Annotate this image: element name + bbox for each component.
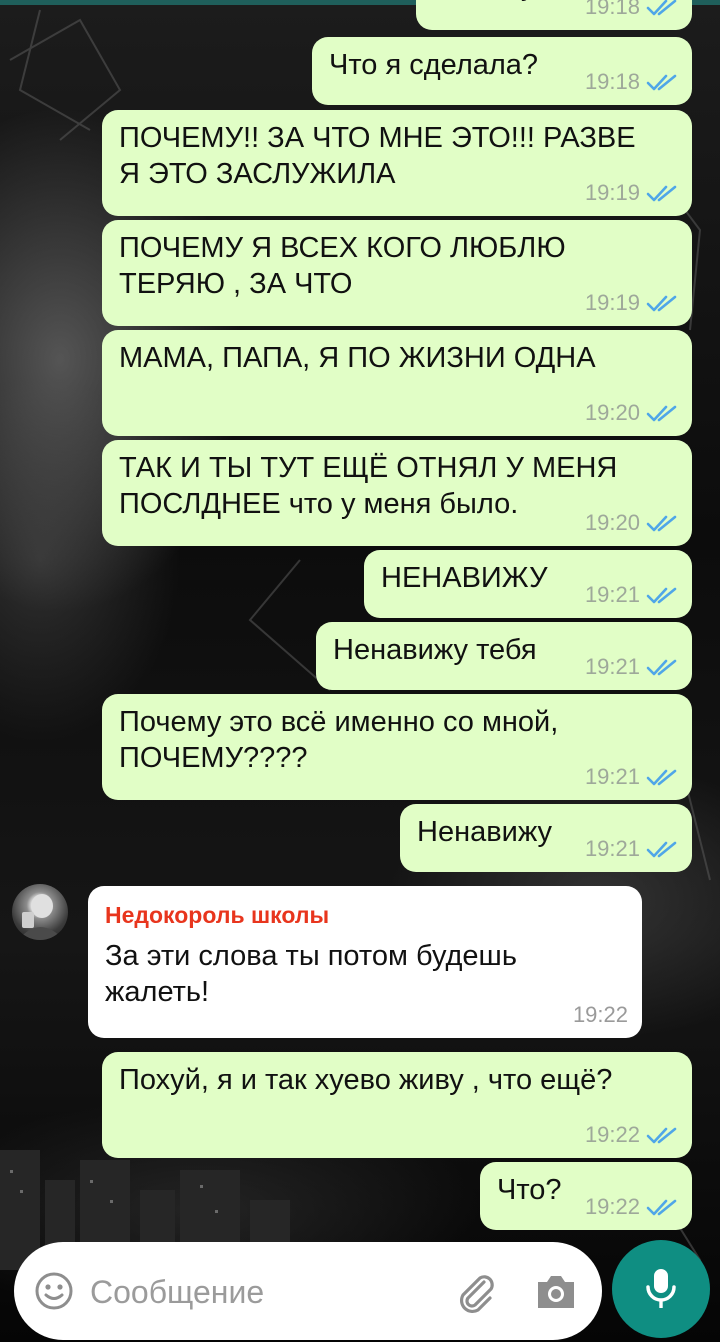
- outgoing-message[interactable]: Почему это всё именно со мной, ПОЧЕМУ???…: [102, 694, 692, 800]
- double-check-icon: [646, 185, 677, 202]
- message-time: 19:19: [584, 180, 640, 205]
- outgoing-message[interactable]: Что я сделала? 19:18: [312, 37, 692, 105]
- message-meta: 19:18: [585, 0, 678, 18]
- message-time: 19:20: [584, 400, 640, 425]
- sender-name[interactable]: Недокороль школы: [105, 900, 624, 930]
- message-meta: 19:18: [585, 71, 678, 93]
- message-meta: 19:22: [585, 1196, 678, 1218]
- message-time: 19:21: [584, 582, 640, 607]
- contact-avatar[interactable]: [12, 884, 68, 940]
- message-meta: 19:20: [585, 512, 678, 534]
- outgoing-message[interactable]: НЕНАВИЖУ 19:21: [364, 550, 692, 618]
- message-time: 19:22: [584, 1122, 640, 1147]
- outgoing-message[interactable]: ТАК И ТЫ ТУТ ЕЩЁ ОТНЯЛ У МЕНЯ ПОСЛДНЕЕ ч…: [102, 440, 692, 546]
- double-check-icon: [646, 1199, 677, 1216]
- outgoing-message[interactable]: ПОЧЕМУ Я ВСЕХ КОГО ЛЮБЛЮ ТЕРЯЮ , ЗА ЧТО 1…: [102, 220, 692, 326]
- double-check-icon: [646, 0, 677, 16]
- voice-record-button[interactable]: [612, 1240, 710, 1338]
- message-time: 19:21: [584, 836, 640, 861]
- message-meta: 19:22: [573, 1004, 628, 1026]
- message-time: 19:18: [584, 69, 640, 94]
- message-composer[interactable]: Сообщение: [14, 1242, 602, 1340]
- message-meta: 19:19: [585, 292, 678, 314]
- message-time: 19:22: [584, 1194, 640, 1219]
- message-time: 19:18: [584, 0, 640, 19]
- outgoing-message[interactable]: Ненавижу тебя 19:21: [316, 622, 692, 690]
- microphone-icon: [646, 1269, 676, 1308]
- message-text: За эти слова ты потом будешь жалеть!: [105, 940, 517, 1008]
- message-time: 19:21: [584, 764, 640, 789]
- double-check-icon: [646, 587, 677, 604]
- incoming-message[interactable]: Недокороль школы За эти слова ты потом бу…: [88, 886, 642, 1038]
- smiley-icon[interactable]: [34, 1271, 74, 1311]
- outgoing-message[interactable]: Ненавижу 19:21: [400, 804, 692, 872]
- outgoing-message[interactable]: МАМА, ПАПА, Я ПО ЖИЗНИ ОДНА 19:20: [102, 330, 692, 436]
- double-check-icon: [646, 1127, 677, 1144]
- outgoing-message[interactable]: Почему?19:18: [416, 0, 692, 30]
- double-check-icon: [646, 659, 677, 676]
- message-time: 19:21: [584, 654, 640, 679]
- message-meta: 19:19: [585, 182, 678, 204]
- camera-icon[interactable]: [534, 1272, 578, 1312]
- outgoing-message[interactable]: Похуй, я и так хуево живу , что ещё? 19:2…: [102, 1052, 692, 1158]
- outgoing-message[interactable]: Что? 19:22: [480, 1162, 692, 1230]
- double-check-icon: [646, 769, 677, 786]
- message-meta: 19:21: [585, 766, 678, 788]
- double-check-icon: [646, 74, 677, 91]
- double-check-icon: [646, 841, 677, 858]
- message-meta: 19:20: [585, 402, 678, 424]
- message-time: 19:19: [584, 290, 640, 315]
- double-check-icon: [646, 515, 677, 532]
- message-time: 19:20: [584, 510, 640, 535]
- message-meta: 19:21: [585, 656, 678, 678]
- message-meta: 19:21: [585, 584, 678, 606]
- message-text: Похуй, я и так хуево живу , что ещё?: [119, 1064, 613, 1096]
- message-time: 19:22: [572, 1002, 628, 1027]
- double-check-icon: [646, 295, 677, 312]
- message-input[interactable]: Сообщение: [90, 1274, 264, 1310]
- message-text: МАМА, ПАПА, Я ПО ЖИЗНИ ОДНА: [119, 342, 596, 374]
- paperclip-icon[interactable]: [454, 1270, 498, 1314]
- outgoing-message[interactable]: ПОЧЕМУ!! ЗА ЧТО МНЕ ЭТО!!! РАЗВЕ Я ЭТО З…: [102, 110, 692, 216]
- message-meta: 19:21: [585, 838, 678, 860]
- message-meta: 19:22: [585, 1124, 678, 1146]
- double-check-icon: [646, 405, 677, 422]
